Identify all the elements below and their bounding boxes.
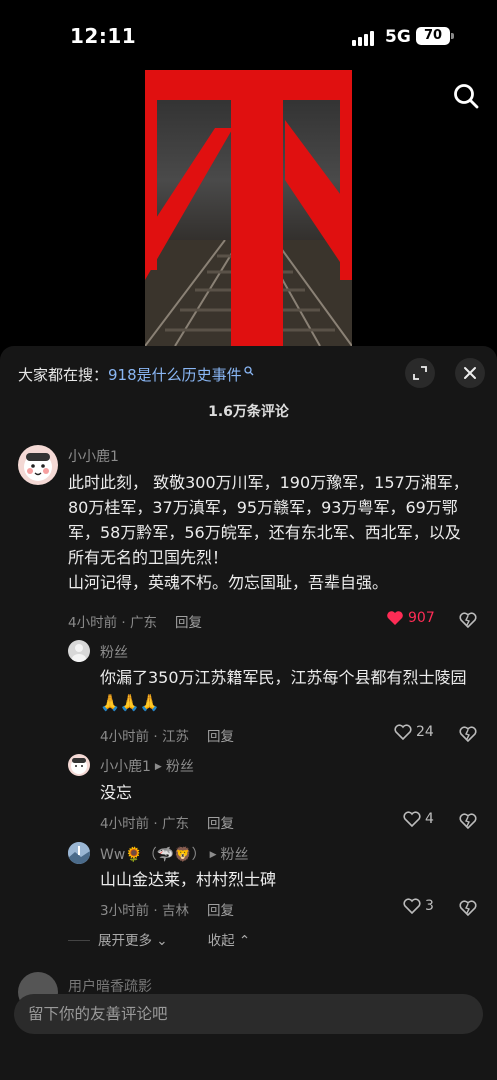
reply-button[interactable]: 回复 [207, 816, 234, 832]
dislike-icon[interactable] [458, 899, 478, 917]
comment-line: 此时此刻， 致敬300万川军，190万豫军，157万湘军， [68, 473, 469, 492]
video-player[interactable] [145, 70, 352, 346]
like-button[interactable]: 24 [394, 724, 434, 740]
like-count: 3 [425, 898, 434, 914]
heart-outline-icon [394, 724, 412, 740]
heart-outline-icon [403, 898, 421, 914]
comment-time: 4小时前 · 广东 [68, 615, 157, 631]
search-icon[interactable] [452, 82, 480, 110]
divider-line [68, 940, 90, 941]
collapse-button[interactable]: 收起 ⌃ [208, 933, 251, 949]
avatar[interactable] [68, 842, 90, 864]
avatar-cartoon-icon [71, 758, 87, 774]
reply-meta: 4小时前 · 广东 回复 [100, 812, 234, 832]
comment-sheet: 大家都在搜：918是什么历史事件 1.6万条评论 小小鹿1 此时此刻， 致敬30… [0, 346, 497, 1080]
reply-time: 4小时前 · 广东 [100, 816, 189, 832]
avatar[interactable] [68, 640, 90, 662]
landscape-avatar-icon [68, 842, 90, 864]
like-count: 907 [408, 610, 435, 626]
comment-line: 80万桂军，37万滇军，95万赣军，93万粤军，69万鄂 [68, 498, 458, 517]
default-user-icon [72, 644, 86, 662]
reply-text: 没忘 [100, 780, 490, 805]
heart-filled-icon [387, 611, 403, 625]
next-comment-username[interactable]: 用户暗香疏影 [68, 976, 152, 996]
reply-username[interactable]: 粉丝 [100, 642, 128, 662]
status-bar: 12:11 5G 70 [0, 0, 497, 74]
reply-arrow-icon: ▶ [154, 762, 162, 772]
comment-line: 山河记得，英魂不朽。勿忘国耻，吾辈自强。 [68, 573, 389, 592]
hot-search-prefix: 大家都在搜： [18, 366, 109, 384]
reply-text: 山山金达莱，村村烈士碑 [100, 867, 490, 892]
expand-button[interactable] [405, 358, 435, 388]
chevron-down-icon: ⌄ [156, 933, 168, 949]
like-button[interactable]: 3 [403, 898, 434, 914]
battery-icon: 70 [416, 27, 450, 45]
close-button[interactable] [455, 358, 485, 388]
hot-search-link[interactable]: 918是什么历史事件 [108, 366, 242, 384]
reply-author[interactable]: 小小鹿1 [100, 759, 151, 775]
close-icon [464, 367, 476, 379]
battery-tip [451, 33, 454, 39]
reply-author[interactable]: Ww🌻（🦈🦁） [100, 847, 206, 863]
comment-username[interactable]: 小小鹿1 [68, 446, 119, 466]
reply-button[interactable]: 回复 [175, 615, 202, 631]
comment-meta: 4小时前 · 广东 回复 [68, 611, 202, 631]
heart-outline-icon [403, 811, 421, 827]
reply-username: Ww🌻（🦈🦁） ▶ 粉丝 [100, 844, 249, 864]
chevron-up-icon: ⌃ [238, 933, 251, 949]
like-button[interactable]: 4 [403, 811, 434, 827]
reply-target[interactable]: 粉丝 [221, 847, 249, 863]
comment-count: 1.6万条评论 [208, 404, 289, 420]
reply-line: 山山金达莱，村村烈士碑 [100, 870, 277, 889]
like-count: 4 [425, 811, 434, 827]
reply-line: 你漏了350万江苏籍军民，江苏每个县都有烈士陵园 [100, 668, 467, 687]
reply-username: 小小鹿1 ▶ 粉丝 [100, 756, 194, 776]
like-button[interactable]: 907 [386, 610, 435, 626]
comment-input[interactable]: 留下你的友善评论吧 [14, 994, 483, 1034]
comment-line: 所有无名的卫国先烈！ [68, 548, 229, 567]
expand-more-button[interactable]: 展开更多 ⌄ [98, 933, 168, 949]
reply-button[interactable]: 回复 [207, 729, 234, 745]
dislike-icon[interactable] [458, 812, 478, 830]
avatar-cartoon-icon [24, 453, 52, 481]
reply-line: 没忘 [100, 783, 133, 802]
reply-time: 4小时前 · 江苏 [100, 729, 189, 745]
avatar[interactable] [18, 445, 58, 485]
expand-more-label: 展开更多 [98, 933, 152, 949]
expand-icon [413, 366, 427, 380]
reply-text: 你漏了350万江苏籍军民，江苏每个县都有烈士陵园 🙏🙏🙏 [100, 665, 490, 715]
signal-icon [352, 30, 376, 46]
like-count: 24 [416, 724, 434, 740]
comment-text: 此时此刻， 致敬300万川军，190万豫军，157万湘军， 80万桂军，37万滇… [68, 470, 488, 595]
reply-arrow-icon: ▶ [209, 850, 217, 860]
reply-meta: 4小时前 · 江苏 回复 [100, 725, 234, 745]
reply-target[interactable]: 粉丝 [166, 759, 194, 775]
collapse-label: 收起 [207, 933, 235, 949]
reply-button[interactable]: 回复 [207, 903, 234, 919]
expand-row: 展开更多 ⌄ 收起 ⌃ [68, 929, 250, 949]
small-search-icon [244, 366, 254, 376]
red-character-graphic [145, 70, 352, 346]
dislike-icon[interactable] [458, 611, 478, 629]
reply-meta: 3小时前 · 吉林 回复 [100, 899, 234, 919]
comment-line: 军，58万黔军，56万皖军，还有东北军、西北军，以及 [68, 523, 461, 542]
hot-search[interactable]: 大家都在搜：918是什么历史事件 [18, 364, 254, 385]
avatar[interactable] [68, 754, 90, 776]
dislike-icon[interactable] [458, 725, 478, 743]
reply-time: 3小时前 · 吉林 [100, 903, 189, 919]
status-time: 12:11 [70, 24, 137, 48]
reply-emoji-line: 🙏🙏🙏 [100, 693, 160, 712]
network-type: 5G [385, 27, 411, 47]
